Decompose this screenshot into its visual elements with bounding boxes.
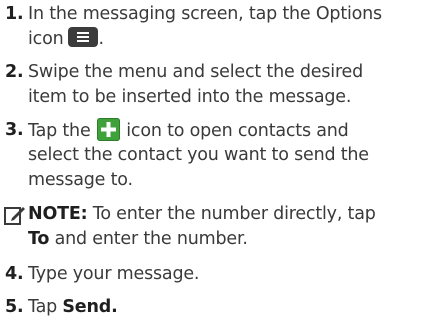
step-text-line: Type your message.	[28, 264, 200, 284]
step-text-line: message to.	[28, 170, 133, 190]
note-pencil-icon	[4, 207, 25, 225]
step-number: 4.	[5, 264, 24, 284]
step-number: 3.	[5, 120, 24, 140]
step-text-line: Tap Send.	[28, 297, 118, 317]
options-menu-icon	[68, 27, 99, 47]
step-number: 5.	[5, 297, 24, 317]
step-number: 2.	[5, 62, 24, 82]
add-contact-plus-icon	[96, 118, 120, 141]
step-text-line: In the messaging screen, tap the Options	[28, 4, 382, 24]
step-text-line: Swipe the menu and select the desired	[28, 62, 364, 82]
step-text-line: Tap the icon to open contacts and	[28, 118, 349, 144]
step-text-line: item to be inserted into the message.	[28, 87, 352, 107]
step-number: 1.	[5, 4, 24, 24]
note-text-line: NOTE: To enter the number directly, tap	[28, 204, 376, 224]
note-label: NOTE:	[28, 204, 88, 224]
step-text-line: select the contact you want to send the	[28, 145, 369, 165]
step-text-line: icon.	[28, 27, 104, 49]
send-label: Send.	[62, 297, 118, 317]
note-text-line: To and enter the number.	[28, 229, 248, 249]
